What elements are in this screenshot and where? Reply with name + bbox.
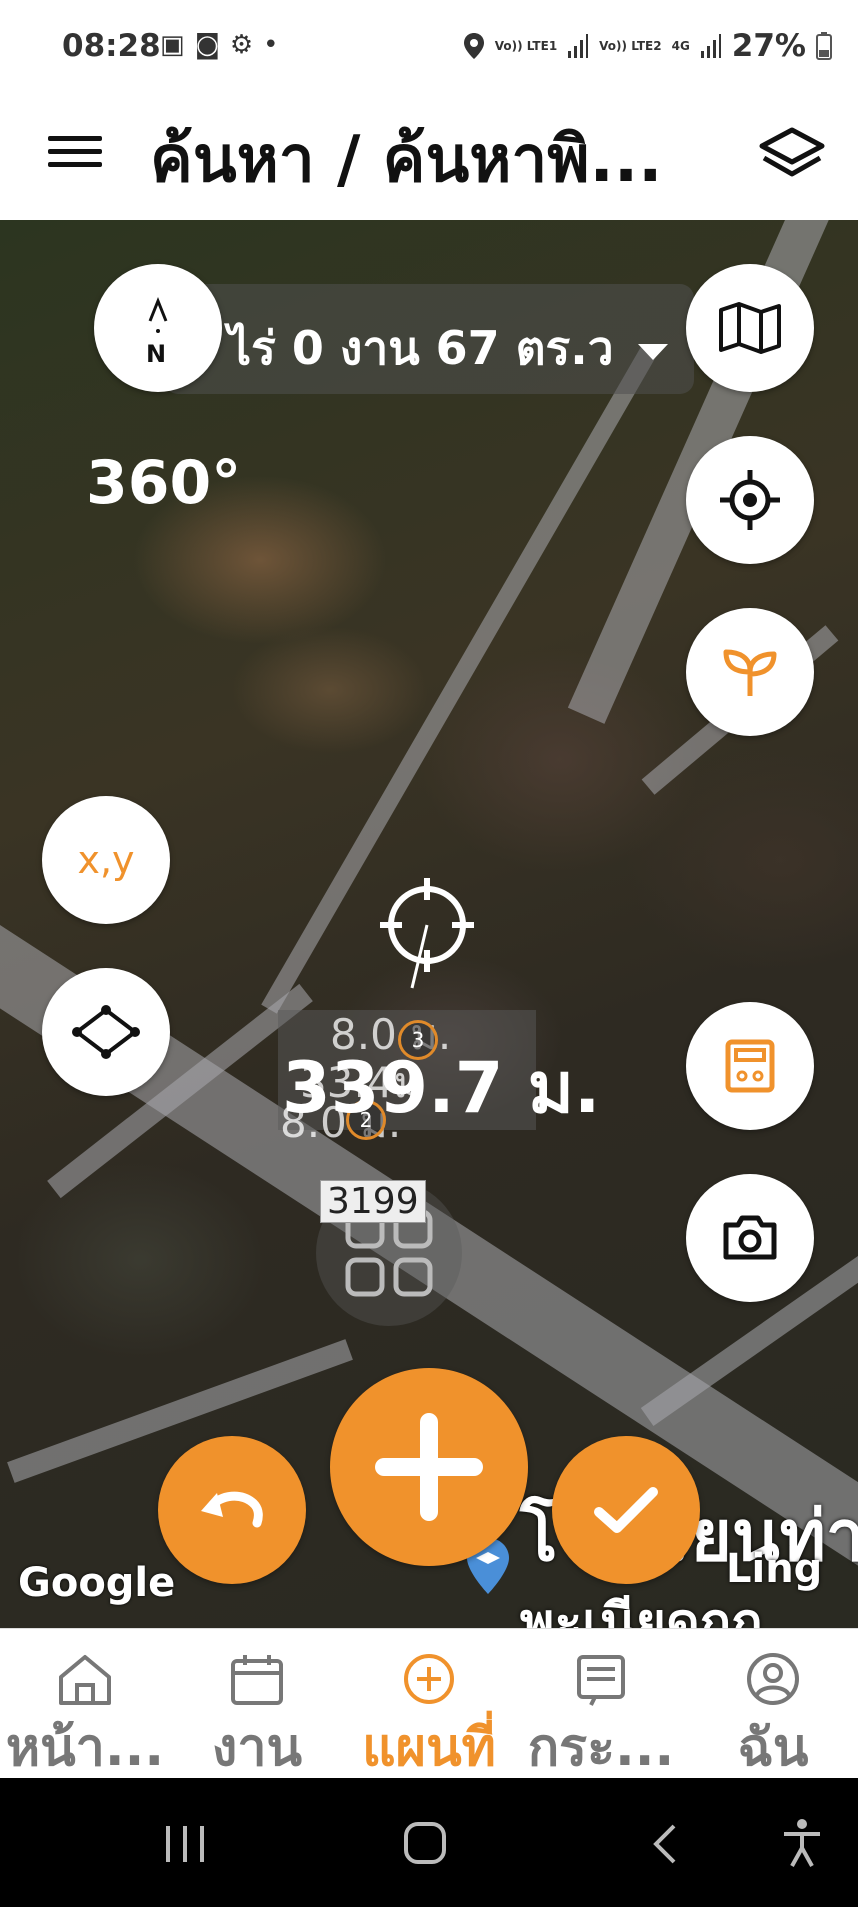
compass-letter: N — [146, 340, 167, 368]
parcel-code-label: 3199 — [320, 1180, 426, 1223]
coordinate-label: x,y — [77, 838, 135, 882]
board-icon — [577, 1655, 625, 1706]
nav-item-map[interactable]: แผนที่ — [344, 1629, 514, 1779]
menu-icon[interactable] — [48, 128, 102, 182]
plant-button[interactable] — [686, 608, 814, 736]
status-bar: 08:28 ▣ ◙ ⚙ • Vo)) LTE1 Vo)) LTE2 4G 27% — [0, 0, 858, 98]
location-icon — [463, 33, 484, 59]
user-icon — [747, 1653, 799, 1705]
nav-label-home: หน้า... — [5, 1718, 165, 1778]
layers-icon[interactable] — [756, 120, 828, 192]
dot-icon: • — [263, 30, 279, 60]
plus-icon — [375, 1413, 483, 1521]
plus-circle-icon — [404, 1654, 454, 1704]
map-type-button[interactable] — [686, 264, 814, 392]
nav-item-me[interactable]: ฉัน — [688, 1629, 858, 1779]
accessibility-icon[interactable] — [780, 1818, 824, 1868]
nav-item-jobs[interactable]: งาน — [172, 1629, 342, 1779]
bottom-navigation: หน้า... งาน แผนที่ กระ... ฉัน — [0, 1628, 858, 1779]
battery-icon — [816, 32, 832, 60]
calendar-icon — [231, 1655, 283, 1705]
recents-icon[interactable] — [160, 1822, 210, 1866]
calculator-button[interactable] — [686, 1002, 814, 1130]
sprout-icon — [723, 649, 777, 696]
nav-label-jobs: งาน — [211, 1718, 303, 1778]
undo-button[interactable] — [158, 1436, 306, 1584]
polygon-button[interactable] — [42, 968, 170, 1096]
status-time: 08:28 — [62, 28, 161, 64]
network-gen: 4G — [671, 39, 690, 53]
map-crosshair-icon — [380, 878, 474, 989]
compass-button[interactable]: N — [94, 264, 222, 392]
nav-label-board: กระ... — [527, 1718, 675, 1778]
nav-item-board[interactable]: กระ... — [516, 1629, 686, 1779]
back-icon[interactable] — [650, 1822, 680, 1866]
check-icon — [594, 1487, 658, 1533]
area-readout: 0 ไร่ 0 งาน 67 ตร.ว — [180, 321, 614, 375]
status-right: Vo)) LTE1 Vo)) LTE2 4G 27% — [463, 28, 832, 64]
calculator-icon — [725, 1039, 775, 1093]
camera-icon — [723, 1215, 777, 1260]
camera-button[interactable] — [686, 1174, 814, 1302]
nav-label-map: แผนที่ — [362, 1718, 496, 1778]
crosshair-icon — [720, 470, 780, 530]
add-point-button[interactable] — [330, 1368, 528, 1566]
home-nav-icon[interactable] — [402, 1820, 448, 1866]
bearing-readout: 360° — [86, 448, 242, 518]
system-navigation-bar — [0, 1778, 858, 1907]
google-logo: Google — [18, 1560, 176, 1606]
map-view[interactable]: 0 ไร่ 0 งาน 67 ตร.ว N 360° x,y 8.0 ม. 33… — [0, 220, 858, 1628]
vr-icon: ◙ — [194, 30, 220, 60]
activity-icon: ⚙ — [229, 30, 254, 60]
nav-item-home[interactable]: หน้า... — [0, 1629, 170, 1779]
map-icon — [719, 302, 781, 354]
coordinate-button[interactable]: x,y — [42, 796, 170, 924]
network-lte1: Vo)) LTE1 — [494, 39, 558, 53]
signal-icon — [568, 34, 589, 58]
page-title: ค้นหา / ค้นหาพิ... — [150, 123, 663, 197]
polygon-icon — [72, 1005, 140, 1059]
home-icon — [59, 1655, 111, 1705]
status-notification-icons: ▣ ◙ ⚙ • — [160, 30, 278, 60]
battery-percent: 27% — [731, 28, 806, 64]
chevron-down-icon[interactable] — [636, 342, 670, 364]
place-name-line3: พะเนียดกก — [520, 1593, 763, 1628]
distance-readout: 339.7 ม. — [282, 1047, 601, 1129]
confirm-button[interactable] — [552, 1436, 700, 1584]
gallery-icon: ▣ — [160, 30, 185, 60]
my-location-button[interactable] — [686, 436, 814, 564]
undo-icon — [201, 1491, 263, 1528]
nav-label-me: ฉัน — [737, 1718, 809, 1778]
signal-icon — [700, 34, 721, 58]
network-lte2: Vo)) LTE2 — [599, 39, 662, 53]
app-header: ค้นหา / ค้นหาพิ... — [0, 98, 858, 220]
